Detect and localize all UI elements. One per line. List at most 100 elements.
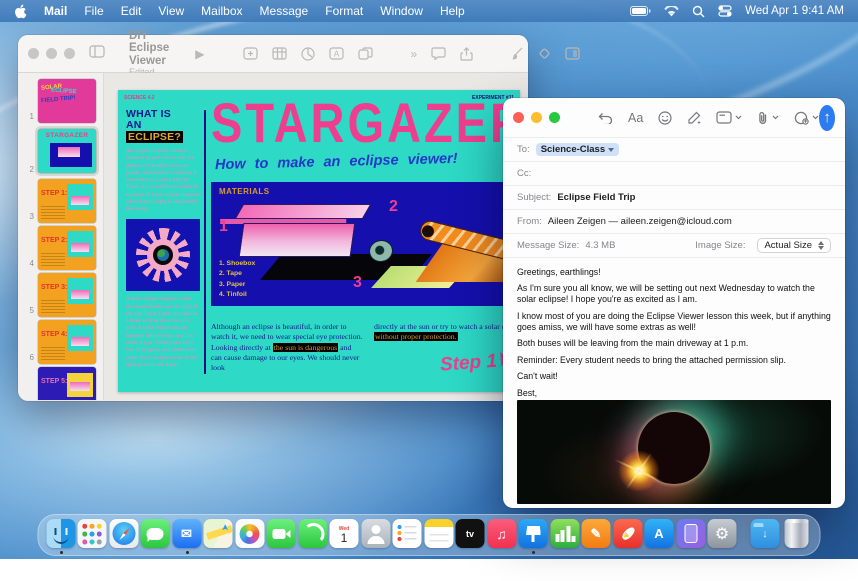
dock-music[interactable]: ♫ <box>488 519 517 551</box>
more-icon[interactable]: » <box>411 47 418 61</box>
window-title: DIY Eclipse Viewer <box>129 30 169 68</box>
dock-numbers[interactable] <box>551 519 580 551</box>
animate-icon[interactable] <box>538 47 551 60</box>
comment-icon[interactable] <box>431 47 446 60</box>
dock-launchpad[interactable] <box>78 519 107 551</box>
dock-games[interactable] <box>614 519 643 551</box>
menu-message[interactable]: Message <box>260 4 309 18</box>
battery-icon[interactable] <box>630 6 651 16</box>
menu-edit[interactable]: Edit <box>121 4 142 18</box>
sidebar-toggle-icon[interactable] <box>89 45 105 63</box>
dock-contacts[interactable] <box>362 519 391 551</box>
dock-safari[interactable] <box>110 519 139 551</box>
menu-help[interactable]: Help <box>440 4 465 18</box>
insert-icon[interactable] <box>243 47 258 60</box>
menu-mailbox[interactable]: Mailbox <box>201 4 242 18</box>
search-icon[interactable] <box>692 5 705 18</box>
stargazer-slide[interactable]: SCIENCE 4.2 EXPERIMENT #11 WHAT IS AN EC… <box>118 90 520 392</box>
message-body[interactable]: Greetings, earthlings! As I'm sure you a… <box>503 258 845 398</box>
close-button[interactable] <box>28 48 39 59</box>
to-field[interactable]: To: Science-Class <box>503 138 845 162</box>
dock-mail[interactable]: ✉ <box>173 519 202 551</box>
chevron-down-icon <box>812 115 819 120</box>
minimize-button[interactable] <box>531 112 542 123</box>
from-field[interactable]: From: Aileen Zeigen — aileen.zeigen@iclo… <box>503 210 845 234</box>
body-paragraph: As I'm sure you all know, we will be set… <box>517 283 831 305</box>
shape-icon[interactable] <box>358 47 373 60</box>
dock-messages[interactable] <box>141 519 170 551</box>
table-icon[interactable] <box>272 47 287 60</box>
dock-facetime[interactable] <box>267 519 296 551</box>
dock-photos[interactable] <box>236 519 265 551</box>
format-icon[interactable] <box>511 47 524 60</box>
science-label: SCIENCE 4.2 <box>124 95 155 101</box>
subject-field[interactable]: Subject: Eclipse Field Trip <box>503 186 845 210</box>
material-number: 1 <box>219 218 228 236</box>
dock-keynote[interactable] <box>519 519 548 551</box>
control-center-icon[interactable] <box>718 5 732 17</box>
dock-downloads[interactable] <box>751 519 780 551</box>
cc-field[interactable]: Cc: <box>503 162 845 186</box>
dock-system-settings[interactable]: ⚙ <box>708 519 737 551</box>
dock: ✉ Wed1 tv ♫ ✎ A ⚙ <box>38 514 821 556</box>
chart-icon[interactable] <box>301 47 315 61</box>
slide-thumbnail-4[interactable]: 4 STEP 2: <box>18 226 103 270</box>
slide-number: 2 <box>18 165 34 176</box>
body-paragraph: Reminder: Every student needs to bring t… <box>517 355 831 366</box>
slide-thumbnail-6[interactable]: 6 STEP 4: <box>18 320 103 364</box>
slide-thumbnail-2-selected[interactable]: 2 STARGAZER <box>18 126 103 176</box>
dock-maps[interactable] <box>204 519 233 551</box>
insert-photo-button[interactable] <box>794 111 819 125</box>
menu-window[interactable]: Window <box>380 4 423 18</box>
apple-menu-icon[interactable] <box>14 4 27 19</box>
keynote-window[interactable]: DIY Eclipse Viewer Edited ▶ A » 1 <box>18 35 528 401</box>
material-number: 2 <box>389 198 398 216</box>
document-icon[interactable] <box>565 47 580 60</box>
dock-trash[interactable] <box>783 519 812 551</box>
chevron-down-icon <box>735 115 742 120</box>
dock-notes[interactable] <box>425 519 454 551</box>
undo-icon[interactable] <box>598 112 613 124</box>
shoebox-illustration <box>235 204 372 219</box>
send-button[interactable]: ↑ <box>819 105 835 131</box>
play-icon[interactable]: ▶ <box>195 47 204 61</box>
slide-thumbnail-7[interactable]: 7 STEP 5: <box>18 367 103 400</box>
dock-reminders[interactable] <box>393 519 422 551</box>
attach-button[interactable] <box>757 111 779 125</box>
menu-bar: Mail File Edit View Mailbox Message Form… <box>0 0 858 22</box>
dock-iphone-mirroring[interactable] <box>677 519 706 551</box>
share-icon[interactable] <box>460 47 473 61</box>
slide-thumbnail-1[interactable]: 1 SOLAR ECLIPSE FIELD TRIP! <box>18 79 103 123</box>
writing-tools-icon[interactable] <box>687 111 701 125</box>
menu-file[interactable]: File <box>84 4 103 18</box>
dock-pages[interactable]: ✎ <box>582 519 611 551</box>
slide-thumbnail-5[interactable]: 5 STEP 3: <box>18 273 103 317</box>
zoom-button[interactable] <box>64 48 75 59</box>
eclipse-photo-attachment[interactable] <box>517 400 831 504</box>
format-text-icon[interactable]: Aa <box>628 111 643 125</box>
recipient-chip[interactable]: Science-Class <box>536 143 619 156</box>
close-button[interactable] <box>513 112 524 123</box>
text-icon[interactable]: A <box>329 47 344 60</box>
dock-tv[interactable]: tv <box>456 519 485 551</box>
menu-mail[interactable]: Mail <box>44 4 67 18</box>
header-fields-button[interactable] <box>716 111 742 124</box>
minimize-button[interactable] <box>46 48 57 59</box>
menu-view[interactable]: View <box>158 4 184 18</box>
slide-number: 5 <box>18 306 34 317</box>
emoji-icon[interactable] <box>658 111 672 125</box>
dock-calendar[interactable]: Wed1 <box>330 519 359 551</box>
material-number: 3 <box>353 274 362 292</box>
body-paragraph: I know most of you are doing the Eclipse… <box>517 311 831 333</box>
dock-phone[interactable] <box>299 519 328 551</box>
menu-format[interactable]: Format <box>325 4 363 18</box>
mail-compose-window[interactable]: Aa ↑ To: Science-Class Cc: Subject: Ecli… <box>503 98 845 508</box>
menu-bar-clock[interactable]: Wed Apr 1 9:41 AM <box>745 5 844 17</box>
wifi-icon[interactable] <box>664 6 679 17</box>
zoom-button[interactable] <box>549 112 560 123</box>
slide-thumbnail-3[interactable]: 3 STEP 1: <box>18 179 103 223</box>
dock-finder[interactable] <box>47 519 76 551</box>
image-size-select[interactable]: Actual Size <box>757 238 831 253</box>
thumb-title-line: FIELD TRIP! <box>41 94 93 105</box>
dock-app-store[interactable]: A <box>645 519 674 551</box>
